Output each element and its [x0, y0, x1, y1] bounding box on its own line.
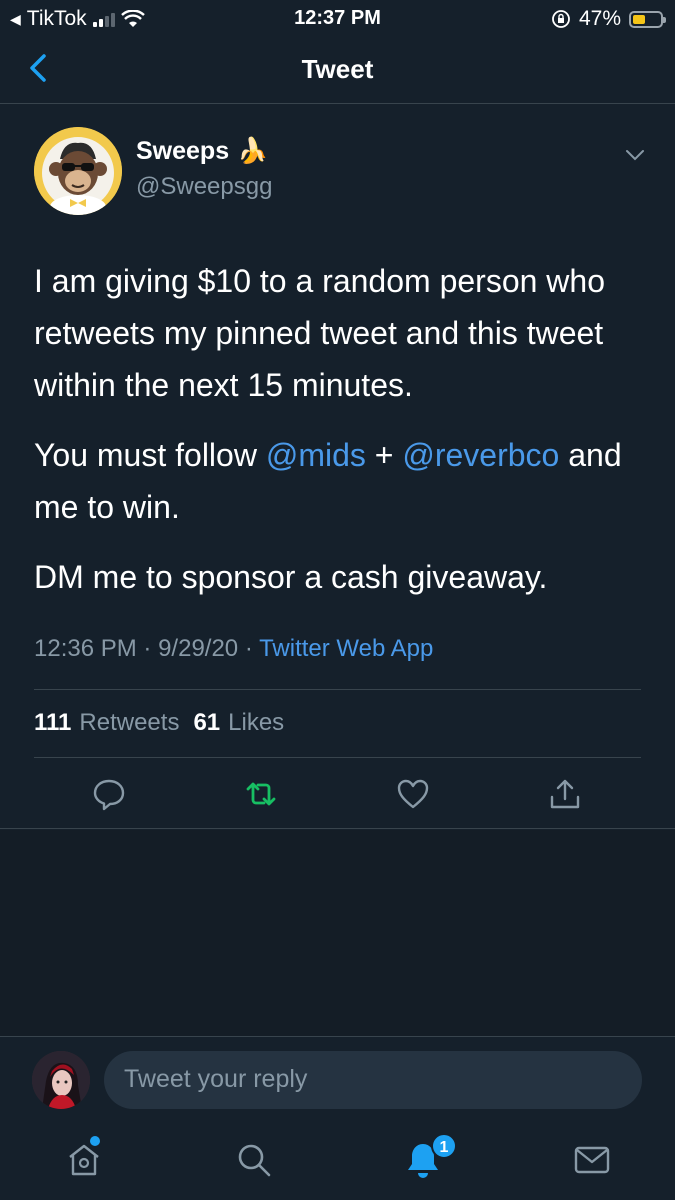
user-avatar[interactable]: [32, 1051, 90, 1109]
retweet-icon[interactable]: [244, 777, 278, 811]
mail-icon[interactable]: [572, 1140, 612, 1180]
search-icon[interactable]: [234, 1140, 274, 1180]
retweets-stat[interactable]: 111 Retweets: [34, 709, 179, 737]
tweet-text-segment: You must follow: [34, 437, 266, 473]
tweet-time: 12:36 PM: [34, 635, 137, 662]
heart-icon[interactable]: [396, 777, 430, 811]
bottom-tab-bar: [0, 1120, 675, 1200]
tweet-paragraph-2: You must follow @mids + @reverbco and me…: [34, 429, 644, 533]
reply-icon[interactable]: [92, 777, 126, 811]
user-avatar-image: [32, 1051, 90, 1109]
author-handle[interactable]: @Sweepsgg: [136, 173, 272, 201]
home-icon[interactable]: [64, 1140, 104, 1180]
reply-bar: Tweet your reply: [0, 1036, 675, 1120]
home-unread-dot: [90, 1136, 100, 1146]
likes-stat[interactable]: 61 Likes: [193, 709, 284, 737]
tweet-paragraph-1: I am giving $10 to a random person who r…: [34, 263, 605, 403]
retweet-label: Retweets: [79, 709, 180, 736]
mention-mids-link[interactable]: @mids: [266, 437, 366, 473]
status-right: 47%: [551, 7, 666, 31]
banana-emoji: 🍌: [237, 137, 269, 165]
tweet-actions: [0, 777, 675, 817]
battery-percent: 47%: [578, 7, 621, 30]
tweet-paragraph-3: DM me to sponsor a cash giveaway.: [34, 559, 548, 595]
replies-area: [0, 830, 675, 1036]
divider: [34, 757, 641, 758]
nav-header: Tweet: [0, 36, 675, 104]
author-display-name: Sweeps: [136, 137, 230, 165]
author-avatar[interactable]: [34, 127, 122, 215]
reply-input[interactable]: Tweet your reply: [104, 1051, 642, 1109]
battery-icon: [629, 10, 666, 28]
tweet-detail: Sweeps 🍌 @Sweepsgg I am giving $10 to a …: [0, 105, 675, 829]
tweet-text: I am giving $10 to a random person who r…: [34, 255, 644, 621]
battery-level: [633, 14, 646, 24]
rotation-lock-icon: [552, 10, 570, 28]
monkey-logo-icon: [34, 127, 122, 215]
tweet-source-link[interactable]: Twitter Web App: [259, 635, 433, 662]
retweet-count: 111: [34, 709, 72, 736]
divider: [34, 689, 641, 690]
tweet-text-segment: +: [365, 437, 403, 473]
tweet-meta: 12:36 PM · 9/29/20 · Twitter Web App: [34, 635, 433, 663]
page-title: Tweet: [301, 54, 374, 84]
share-icon[interactable]: [548, 777, 582, 811]
like-label: Likes: [228, 709, 285, 736]
chevron-down-icon[interactable]: [623, 143, 647, 167]
author-name[interactable]: Sweeps 🍌: [136, 137, 268, 166]
status-bar: ◀ TikTok 12:37 PM 47%: [0, 0, 675, 36]
meta-separator: ·: [143, 635, 152, 662]
meta-separator: ·: [244, 635, 253, 662]
tweet-stats: 111 Retweets 61 Likes: [34, 709, 284, 737]
like-count: 61: [193, 709, 221, 736]
notification-badge: 1: [431, 1133, 457, 1159]
tweet-date: 9/29/20: [158, 635, 239, 662]
mention-reverbco-link[interactable]: @reverbco: [402, 437, 559, 473]
